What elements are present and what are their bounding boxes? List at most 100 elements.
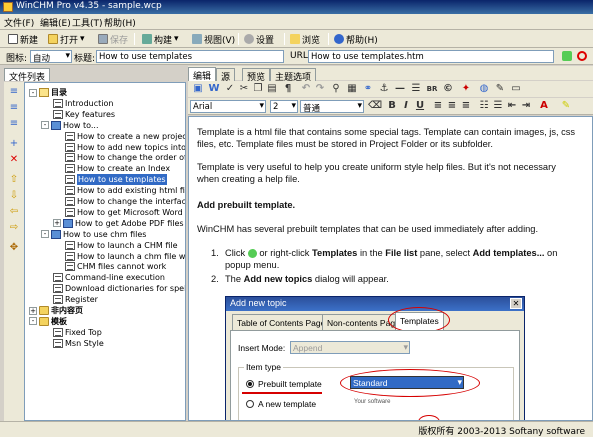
spellcheck-icon[interactable]: ✓ <box>224 83 236 95</box>
hr-icon[interactable]: — <box>394 83 406 95</box>
collapse-icon[interactable]: - <box>29 317 37 326</box>
tree-item[interactable]: How to create a new project <box>65 131 185 142</box>
special-char-icon[interactable]: ✎ <box>494 83 506 95</box>
confirm-icon[interactable] <box>562 51 572 61</box>
arrow-up-icon[interactable]: ⇧ <box>8 174 20 186</box>
align-center-icon[interactable]: ≡ <box>446 100 458 112</box>
tree-item[interactable]: CHM files cannot work <box>65 261 166 272</box>
underline-icon[interactable]: U <box>414 100 426 112</box>
align-left-icon[interactable]: ≡ <box>432 100 444 112</box>
insert-image-icon[interactable]: ▣ <box>192 83 204 95</box>
add-topic-icon[interactable]: ≡ <box>8 86 20 98</box>
tree-item[interactable]: How to add existing html files to <box>65 185 185 196</box>
paragraph-style-select[interactable]: 普通 <box>300 100 364 114</box>
tree-item[interactable]: How to launch a CHM file <box>65 240 178 251</box>
paste-icon[interactable]: ▤ <box>266 83 278 95</box>
cancel-icon[interactable] <box>577 51 587 61</box>
tab-source[interactable]: 源 <box>216 68 236 83</box>
expand-icon[interactable]: + <box>29 306 37 315</box>
tab-preview[interactable]: 预览 <box>242 68 271 83</box>
tree-item[interactable]: Register <box>53 294 98 305</box>
font-select[interactable]: Arial <box>190 100 266 113</box>
topic-tree[interactable]: - 目录 Introduction Key features - How to... How… <box>24 82 186 421</box>
tab-file-list[interactable]: 文件列表 <box>4 68 51 83</box>
menu-file[interactable]: 文件(F) <box>4 16 34 29</box>
list-icon[interactable]: ☰ <box>410 83 422 95</box>
tree-item[interactable]: - How to use chm files <box>41 229 146 240</box>
menu-edit[interactable]: 编辑(E) <box>40 16 71 29</box>
indent-icon[interactable]: ⇥ <box>520 100 532 112</box>
add-subtopic-icon[interactable]: ≡ <box>8 102 20 114</box>
tree-item[interactable]: Fixed Top <box>53 327 102 338</box>
document-content[interactable]: Template is a html file that contains so… <box>188 116 593 421</box>
arrow-right-icon[interactable]: ⇨ <box>8 222 20 234</box>
globe-icon[interactable]: ◍ <box>478 83 490 95</box>
icon-select[interactable]: 自动 <box>30 50 72 64</box>
outdent-icon[interactable]: ⇤ <box>506 100 518 112</box>
italic-icon[interactable]: I <box>400 100 412 112</box>
anchor-icon[interactable]: ⚓ <box>378 83 390 95</box>
arrow-left-icon[interactable]: ⇦ <box>8 206 20 218</box>
settings-button[interactable]: 设置 <box>242 32 276 46</box>
tree-item[interactable]: How to launch a chm file with a <box>65 251 185 262</box>
add-folder-icon[interactable]: ≡ <box>8 118 20 130</box>
word-icon[interactable]: W <box>208 83 220 95</box>
highlight-icon[interactable]: ✎ <box>560 100 572 112</box>
link-icon[interactable]: ⚭ <box>362 83 374 95</box>
tree-item[interactable]: - 目录 <box>29 87 67 98</box>
delete-icon[interactable]: ✕ <box>8 154 20 166</box>
browse-button[interactable]: 浏览 <box>288 32 322 46</box>
collapse-icon[interactable]: - <box>41 230 49 239</box>
tree-item[interactable]: + How to get Adobe PDF files <box>53 218 184 229</box>
bullet-list-icon[interactable]: ☰ <box>492 100 504 112</box>
expand-icon[interactable]: + <box>53 219 61 228</box>
font-color-icon[interactable]: A <box>538 100 550 112</box>
flash-icon[interactable]: ✦ <box>460 83 472 95</box>
menu-help[interactable]: 帮助(H) <box>104 16 136 29</box>
tree-item[interactable]: Command-line execution <box>53 272 165 283</box>
form-icon[interactable]: ▭ <box>510 83 522 95</box>
tree-item[interactable]: Key features <box>53 109 115 120</box>
open-button[interactable]: 打开 ▾ <box>46 32 87 46</box>
copy-icon[interactable]: ❐ <box>252 83 264 95</box>
tree-item[interactable]: Msn Style <box>53 338 104 349</box>
undo-icon[interactable]: ↶ <box>300 83 312 95</box>
tree-item[interactable]: Download dictionaries for spell chec <box>53 283 185 294</box>
arrow-down-icon[interactable]: ⇩ <box>8 190 20 202</box>
save-button[interactable]: 保存 <box>96 32 130 46</box>
tree-item[interactable]: How to change the order of top <box>65 152 185 163</box>
copyright-icon[interactable]: © <box>442 83 454 95</box>
tab-topic-options[interactable]: 主题选项 <box>270 68 317 83</box>
help-button[interactable]: 帮助(H) <box>332 32 380 46</box>
tree-item[interactable]: How to add new topics into Tab <box>65 142 185 153</box>
collapse-icon[interactable]: - <box>41 121 49 130</box>
font-size-select[interactable]: 2 <box>270 100 298 113</box>
collapse-icon[interactable]: - <box>29 88 37 97</box>
align-right-icon[interactable]: ≡ <box>460 100 472 112</box>
tree-item[interactable]: - How to... <box>41 120 99 131</box>
cut-icon[interactable]: ✂ <box>238 83 250 95</box>
tab-edit[interactable]: 编辑 <box>188 67 217 82</box>
new-button[interactable]: 新建 <box>6 32 40 46</box>
table-icon[interactable]: ▦ <box>346 83 358 95</box>
tree-item[interactable]: How to get Microsoft Word Doc <box>65 207 185 218</box>
redo-icon[interactable]: ↷ <box>314 83 326 95</box>
numbered-list-icon[interactable]: ☷ <box>478 100 490 112</box>
menu-tools[interactable]: 工具(T) <box>72 16 103 29</box>
br-icon[interactable]: BR <box>426 83 438 95</box>
tree-item[interactable]: Introduction <box>53 98 113 109</box>
url-field[interactable]: How to use templates.htm <box>308 50 554 63</box>
tree-item[interactable]: How to change the interface of <box>65 196 185 207</box>
tree-item[interactable]: + 非内容页 <box>29 305 83 316</box>
find-icon[interactable]: ⚲ <box>330 83 342 95</box>
bold-icon[interactable]: B <box>386 100 398 112</box>
clear-format-icon[interactable]: ⌫ <box>368 100 382 112</box>
tree-item[interactable]: How to use templates <box>65 174 167 186</box>
build-button[interactable]: 构建 ▾ <box>140 32 181 46</box>
tree-item[interactable]: How to create an Index <box>65 163 170 174</box>
view-button[interactable]: 视图(V) <box>190 32 237 46</box>
title-field[interactable]: How to use templates <box>96 50 284 63</box>
sort-icon[interactable]: ✥ <box>8 242 20 254</box>
tree-item[interactable]: - 模板 <box>29 316 67 327</box>
paragraph-icon[interactable]: ¶ <box>282 83 294 95</box>
